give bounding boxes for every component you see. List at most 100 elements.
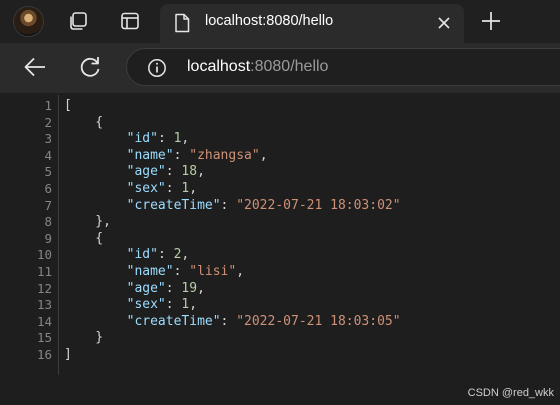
code-text: "id": 2,: [64, 247, 190, 264]
code-token: ,: [197, 280, 205, 296]
code-token: {: [64, 230, 104, 246]
code-token: "sex": [126, 297, 166, 313]
code-token: {: [64, 114, 104, 130]
profile-avatar[interactable]: [14, 7, 43, 36]
code-text: },: [64, 214, 111, 231]
address-bar[interactable]: localhost:8080/hello: [126, 48, 560, 86]
line-number: 10: [36, 247, 52, 263]
code-token: :: [165, 164, 182, 180]
code-text: ]: [64, 347, 72, 364]
code-text: {: [64, 115, 103, 132]
code-text: "age": 18,: [64, 164, 205, 181]
code-token: :: [165, 297, 182, 313]
code-token: :: [173, 147, 190, 163]
close-icon[interactable]: [436, 15, 452, 31]
collections-button[interactable]: [62, 5, 94, 37]
code-token: "zhangsa": [189, 147, 260, 163]
back-arrow-icon[interactable]: [22, 54, 48, 80]
code-token: ]: [64, 347, 72, 362]
page-content: 1 [2 {3 "id": 1, 4 "name": "zhangsa", 5 "ag…: [6, 95, 560, 405]
line-number: 5: [44, 164, 52, 180]
code-text: "createTime": "2022-07-21 18:03:02": [64, 198, 401, 215]
code-token: "id": [126, 131, 158, 147]
new-tab-plus-icon[interactable]: [480, 10, 502, 32]
url-host: localhost: [187, 58, 251, 75]
code-token: ,: [181, 247, 190, 263]
code-text: "name": "zhangsa",: [64, 148, 268, 165]
line-number: 9: [44, 230, 52, 246]
code-token: ,: [189, 181, 198, 196]
code-token: "sex": [126, 181, 166, 196]
code-token: "age": [126, 280, 166, 296]
code-text: "sex": 1,: [64, 297, 197, 314]
code-token: :: [220, 313, 237, 329]
line-number: 14: [36, 313, 52, 329]
code-token: ,: [189, 297, 198, 313]
code-token: "2022-07-21 18:03:02": [236, 197, 401, 213]
code-text: "age": 19,: [64, 281, 205, 298]
code-token: },: [64, 214, 111, 230]
watermark: CSDN @red_wkk: [467, 387, 554, 399]
code-token: "name": [126, 147, 174, 163]
line-number: 1: [44, 98, 52, 113]
code-token: 18: [181, 164, 198, 180]
code-token: :: [157, 247, 174, 263]
code-text: }: [64, 330, 103, 347]
collections-icon: [70, 12, 87, 30]
page-icon: [175, 13, 190, 33]
code-token: :: [173, 264, 190, 279]
code-text: {: [64, 231, 103, 248]
code-text: [: [64, 98, 72, 115]
line-number: 8: [44, 214, 52, 230]
code-token: "id": [126, 247, 158, 263]
code-text: "sex": 1,: [64, 181, 197, 198]
code-text: "name": "lisi",: [64, 264, 244, 281]
code-text: "id": 1,: [64, 131, 190, 148]
url-text: localhost:8080/hello: [187, 58, 328, 76]
code-token: }: [64, 330, 104, 346]
code-token: "age": [126, 164, 166, 180]
navigation-toolbar: localhost:8080/hello: [0, 43, 560, 93]
code-token: :: [220, 197, 237, 213]
tab-actions-icon: [121, 12, 139, 30]
code-token: ,: [236, 264, 245, 279]
code-token: "2022-07-21 18:03:05": [236, 313, 401, 329]
tab-bar: localhost:8080/hello: [0, 0, 560, 43]
line-number: 7: [44, 197, 52, 213]
code-token: :: [157, 131, 174, 147]
line-number: 15: [36, 330, 52, 346]
line-number: 13: [36, 297, 52, 313]
code-token: "createTime": [126, 313, 221, 329]
tab-title: localhost:8080/hello: [205, 13, 334, 29]
line-number: 2: [44, 114, 52, 130]
code-token: ,: [197, 164, 205, 180]
code-token: :: [165, 280, 182, 296]
code-token: "name": [126, 264, 174, 279]
line-number: 4: [44, 147, 52, 163]
line-number: 12: [36, 280, 52, 296]
code-token: 19: [181, 280, 198, 296]
refresh-icon[interactable]: [77, 54, 103, 80]
url-path: :8080/hello: [250, 58, 329, 75]
info-icon[interactable]: [147, 58, 167, 78]
code-token: [: [64, 98, 72, 113]
line-number: 6: [44, 181, 52, 196]
tab-active[interactable]: localhost:8080/hello: [160, 4, 464, 43]
tab-actions-button[interactable]: [114, 5, 146, 37]
code-token: ,: [259, 147, 268, 163]
code-token: "lisi": [189, 264, 237, 279]
code-token: :: [165, 181, 182, 196]
line-number: 16: [36, 347, 52, 362]
line-number: 3: [44, 131, 52, 147]
code-token: "createTime": [126, 197, 221, 213]
